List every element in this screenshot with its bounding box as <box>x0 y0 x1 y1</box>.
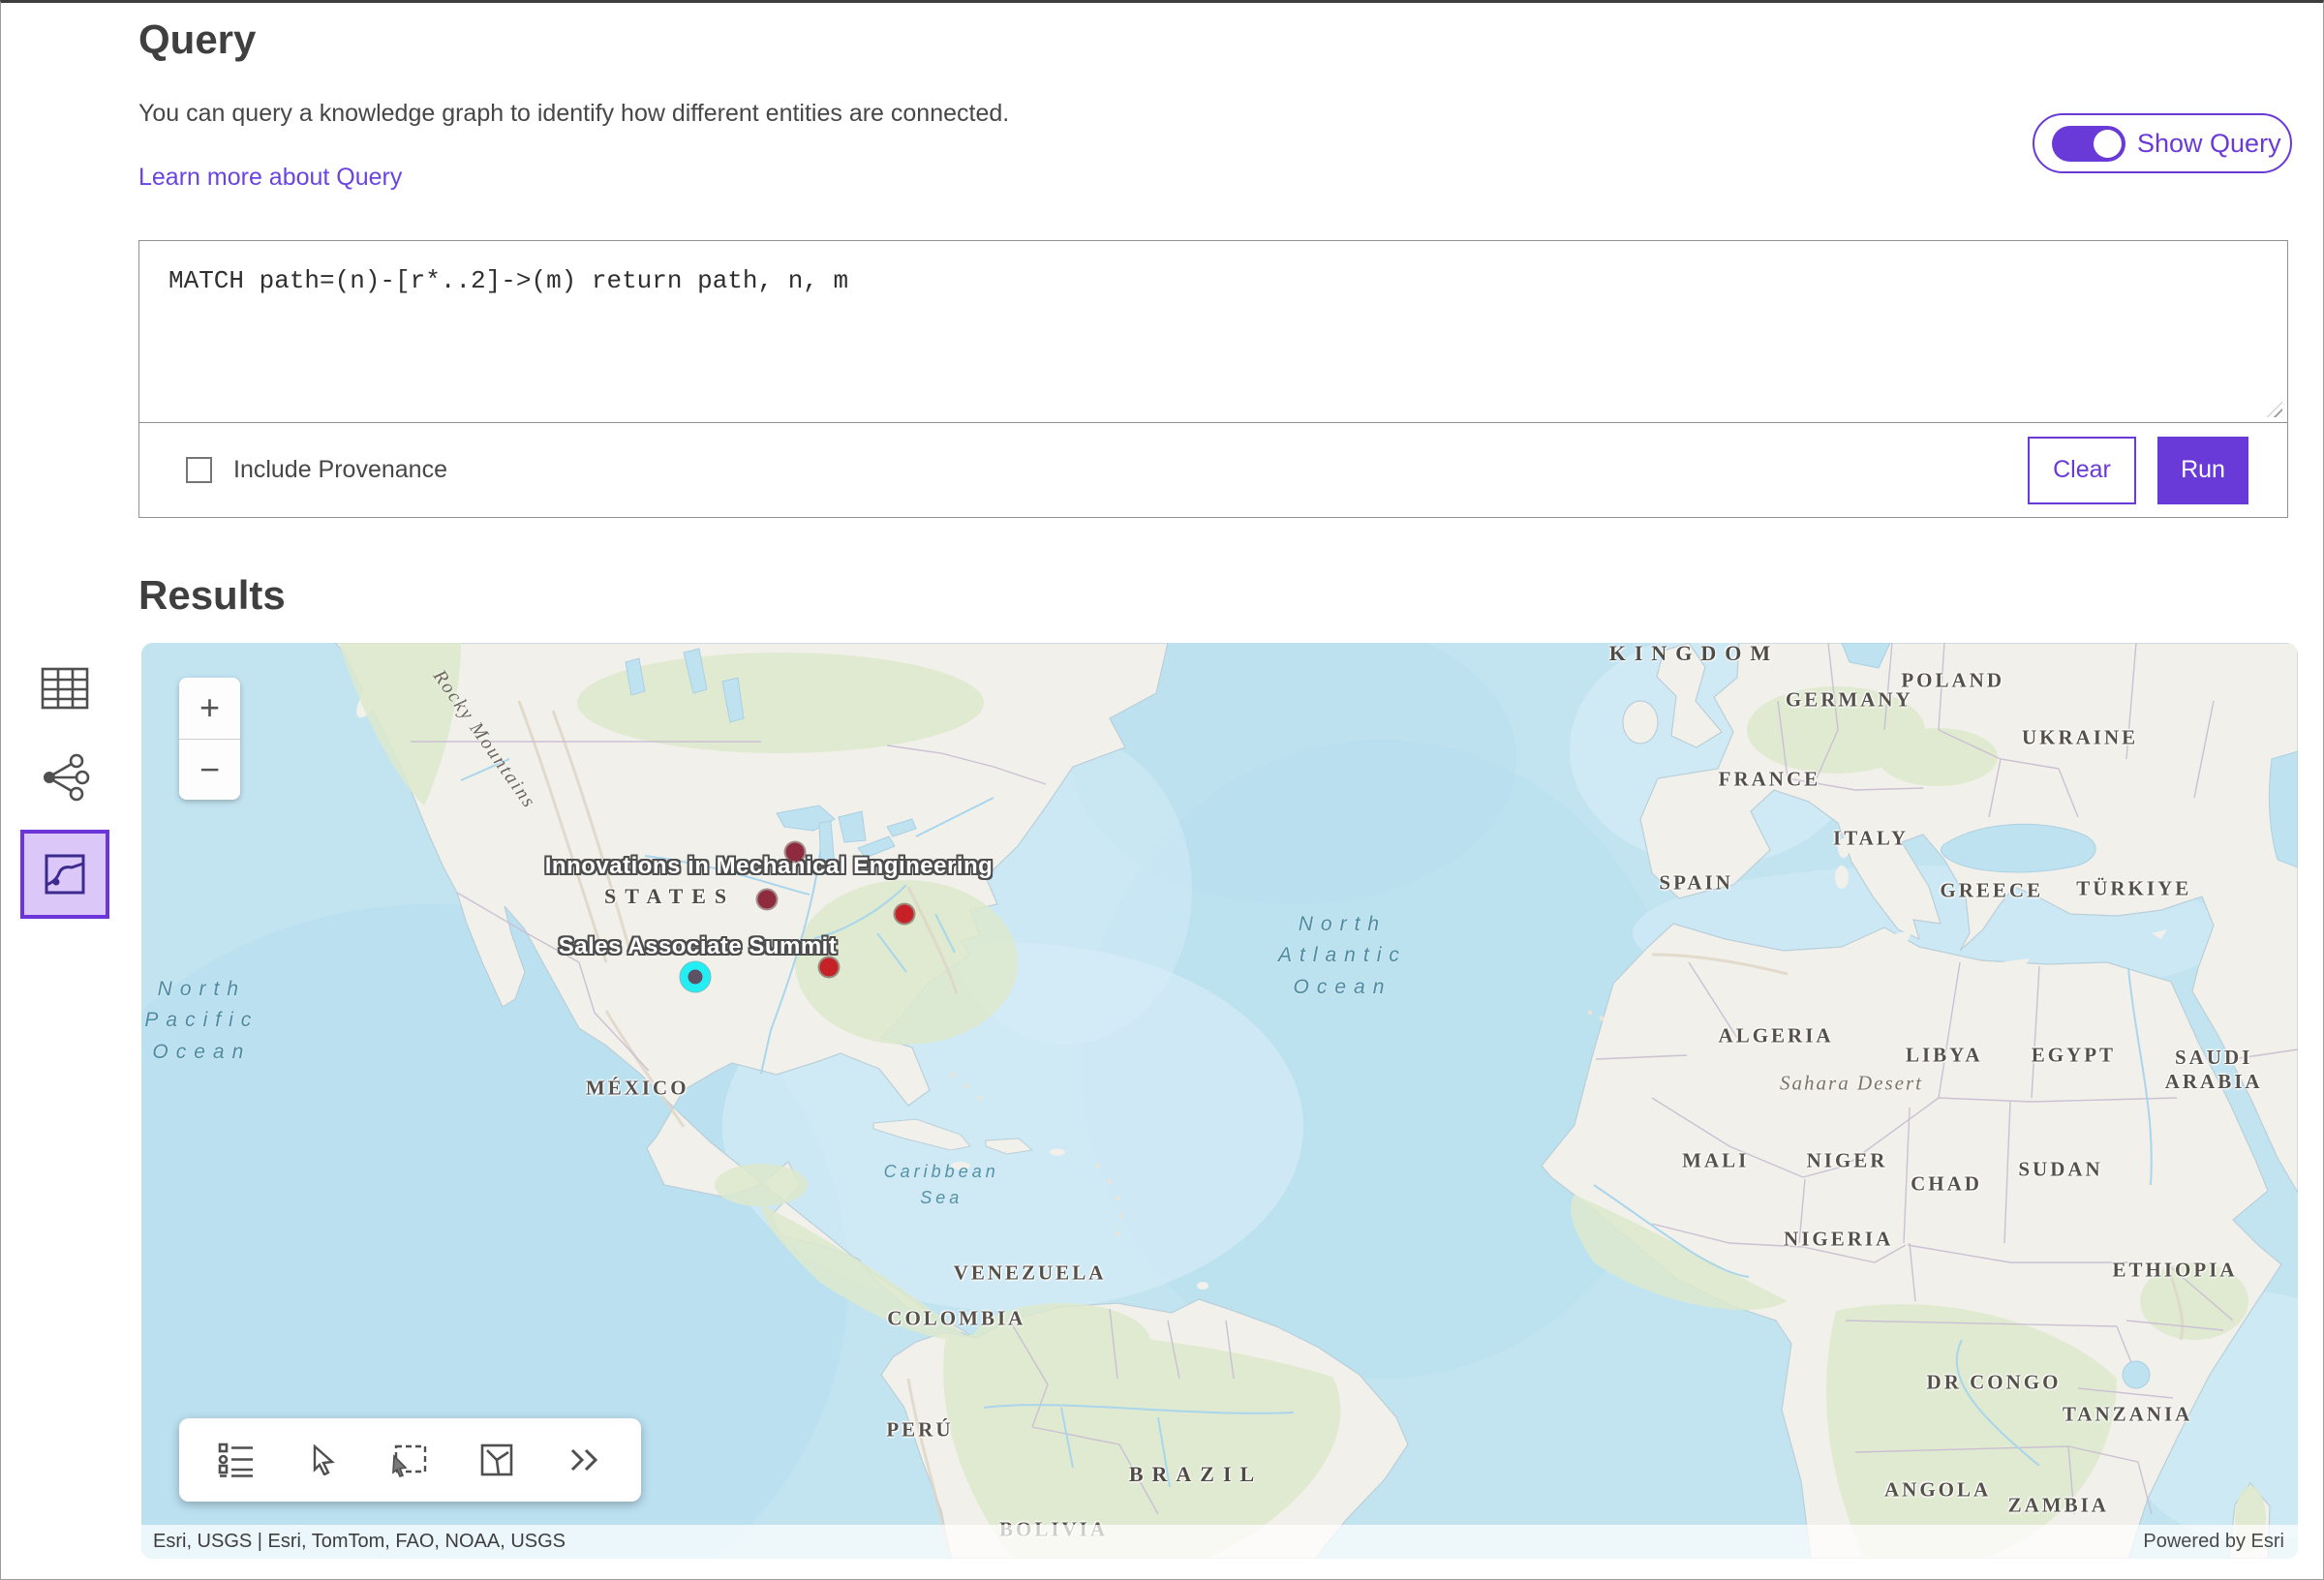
toggle-switch-icon[interactable] <box>2052 126 2125 162</box>
select-by-polygon-button[interactable] <box>468 1431 526 1489</box>
attribution-text: Esri, USGS | Esri, TomTom, FAO, NOAA, US… <box>141 1531 566 1553</box>
link-chart-icon <box>40 753 90 802</box>
entity-point-4[interactable] <box>820 957 839 976</box>
powered-by-text: Powered by Esri <box>2143 1531 2298 1553</box>
results-map[interactable]: KINGDOMPOLANDGERMANYUKRAINEFRANCEITALYSP… <box>141 643 2298 1559</box>
zoom-in-button[interactable]: + <box>179 678 240 740</box>
results-title: Results <box>138 572 286 619</box>
entity-point-5[interactable] <box>681 962 711 992</box>
entity-point-1[interactable] <box>785 842 804 861</box>
query-editor-panel: MATCH path=(n)-[r*..2]->(m) return path,… <box>138 240 2288 518</box>
zoom-out-button[interactable]: − <box>179 740 240 801</box>
entity-point-2[interactable] <box>757 890 776 908</box>
table-view-button[interactable] <box>20 644 109 733</box>
expand-icon <box>566 1446 601 1474</box>
resize-grip-icon[interactable] <box>2267 402 2282 417</box>
toggle-label: Show Query <box>2137 129 2281 159</box>
select-polygon-icon <box>479 1443 514 1477</box>
map-toolbar <box>179 1418 641 1502</box>
select-by-rectangle-button[interactable] <box>381 1431 439 1489</box>
include-provenance-checkbox[interactable] <box>186 457 212 483</box>
select-rectangle-icon <box>390 1443 429 1477</box>
clear-button[interactable]: Clear <box>2028 437 2136 504</box>
run-button[interactable]: Run <box>2157 437 2248 504</box>
query-page: Query You can query a knowledge graph to… <box>0 0 2324 1580</box>
select-cursor-button[interactable] <box>294 1431 352 1489</box>
link-chart-view-button[interactable] <box>20 733 109 822</box>
legend-icon <box>218 1443 255 1477</box>
include-provenance-label: Include Provenance <box>233 456 447 484</box>
map-attribution-bar: Esri, USGS | Esri, TomTom, FAO, NOAA, US… <box>141 1525 2298 1559</box>
learn-more-link[interactable]: Learn more about Query <box>138 164 402 192</box>
page-title: Query <box>138 16 256 63</box>
map-zoom-control: + − <box>179 678 240 800</box>
query-actions-row: Include Provenance Clear Run <box>139 423 2287 517</box>
cursor-icon <box>311 1444 336 1475</box>
page-description: You can query a knowledge graph to ident… <box>138 100 1009 128</box>
toolbar-expand-button[interactable] <box>555 1431 613 1489</box>
map-view-button[interactable] <box>20 830 109 919</box>
table-icon <box>41 667 89 710</box>
entity-point-3[interactable] <box>896 905 914 924</box>
query-input[interactable]: MATCH path=(n)-[r*..2]->(m) return path,… <box>139 241 2287 423</box>
legend-button[interactable] <box>207 1431 265 1489</box>
show-query-toggle[interactable]: Show Query <box>2033 113 2292 173</box>
map-icon <box>43 852 87 896</box>
